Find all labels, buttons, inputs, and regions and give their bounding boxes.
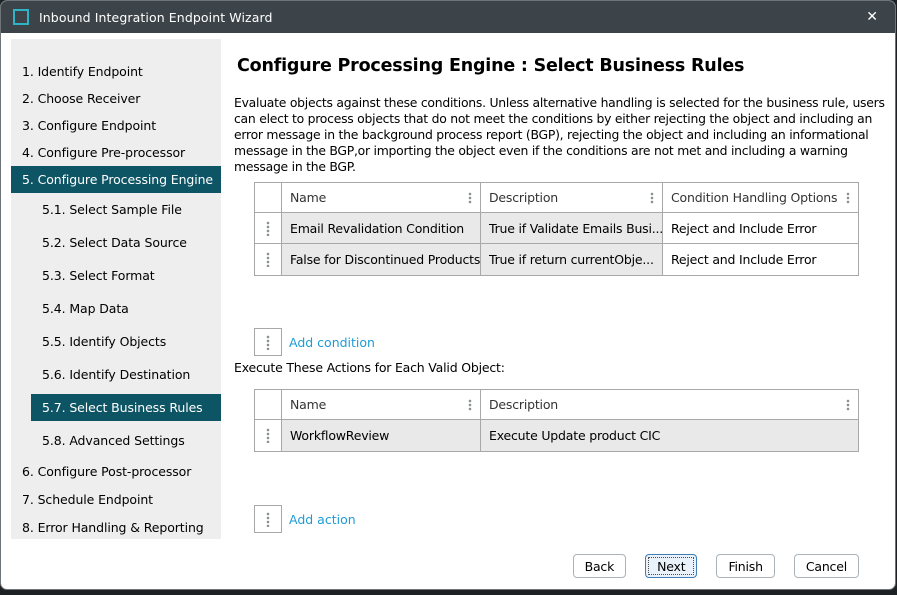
actions-table: Name Description WorkflowReview Execute …	[254, 389, 859, 452]
column-menu-icon[interactable]	[846, 399, 850, 411]
column-header-description-label: Description	[489, 190, 558, 205]
condition-description-cell[interactable]: True if Validate Emails Busi...	[481, 213, 663, 244]
column-header-description[interactable]: Description	[481, 183, 663, 213]
add-action-button[interactable]: Add action	[289, 512, 356, 527]
wizard-window: Inbound Integration Endpoint Wizard ✕ 1.…	[0, 0, 896, 590]
column-header-description-label: Description	[489, 397, 558, 412]
row-drag-handle[interactable]	[255, 420, 282, 451]
conditions-table: Name Description Condition Handling Opti…	[254, 182, 859, 276]
page-title: Configure Processing Engine : Select Bus…	[237, 56, 744, 76]
grip-dots-icon	[266, 512, 270, 527]
back-button[interactable]: Back	[573, 554, 627, 578]
actions-section-label: Execute These Actions for Each Valid Obj…	[234, 360, 505, 375]
sidebar-item-identify-endpoint[interactable]: 1. Identify Endpoint	[11, 58, 221, 85]
sidebar-item-configure-pre-processor[interactable]: 4. Configure Pre-processor	[11, 139, 221, 166]
sidebar-item-choose-receiver[interactable]: 2. Choose Receiver	[11, 85, 221, 112]
sidebar-item-identify-destination[interactable]: 5.6. Identify Destination	[11, 358, 221, 391]
add-condition-button[interactable]: Add condition	[289, 335, 375, 350]
intro-text: Evaluate objects against these condition…	[234, 95, 890, 175]
column-menu-icon[interactable]	[468, 192, 472, 204]
sidebar-item-advanced-settings[interactable]: 5.8. Advanced Settings	[11, 424, 221, 457]
wizard-footer: Back Next Finish Cancel	[573, 554, 859, 578]
column-header-name[interactable]: Name	[282, 183, 481, 213]
sidebar-item-select-business-rules[interactable]: 5.7. Select Business Rules	[31, 394, 221, 421]
add-action-row: Add action	[254, 505, 356, 533]
sidebar-item-configure-endpoint[interactable]: 3. Configure Endpoint	[11, 112, 221, 139]
column-header-name-label: Name	[290, 190, 326, 205]
row-drag-handle[interactable]	[254, 328, 282, 356]
close-icon[interactable]: ✕	[861, 9, 883, 25]
grip-dots-icon	[266, 335, 270, 350]
sidebar-item-select-data-source[interactable]: 5.2. Select Data Source	[11, 226, 221, 259]
column-menu-icon[interactable]	[650, 192, 654, 204]
column-header-description[interactable]: Description	[481, 390, 858, 420]
row-drag-handle[interactable]	[255, 213, 282, 244]
conditions-header-handle-cell	[255, 183, 282, 213]
condition-name-cell[interactable]: False for Discontinued Products	[282, 244, 481, 275]
sidebar-item-identify-objects[interactable]: 5.5. Identify Objects	[11, 325, 221, 358]
wizard-steps-sidebar: 1. Identify Endpoint 2. Choose Receiver …	[11, 39, 221, 539]
sidebar-item-map-data[interactable]: 5.4. Map Data	[11, 292, 221, 325]
grip-dots-icon	[266, 221, 270, 236]
action-description-cell[interactable]: Execute Update product CIC	[481, 420, 858, 451]
add-condition-row: Add condition	[254, 328, 375, 356]
condition-handling-cell[interactable]: Reject and Include Error	[663, 244, 858, 275]
condition-description-cell[interactable]: True if return currentObje...	[481, 244, 663, 275]
row-drag-handle[interactable]	[254, 505, 282, 533]
finish-button[interactable]: Finish	[716, 554, 774, 578]
condition-handling-cell[interactable]: Reject and Include Error	[663, 213, 858, 244]
action-name-cell[interactable]: WorkflowReview	[282, 420, 481, 451]
sidebar-item-error-handling-reporting[interactable]: 8. Error Handling & Reporting	[11, 513, 221, 541]
window-titlebar[interactable]: Inbound Integration Endpoint Wizard ✕	[1, 1, 895, 33]
actions-header-handle-cell	[255, 390, 282, 420]
column-header-name[interactable]: Name	[282, 390, 481, 420]
column-header-condition-handling-label: Condition Handling Options	[671, 190, 837, 205]
sidebar-item-select-format[interactable]: 5.3. Select Format	[11, 259, 221, 292]
next-button[interactable]: Next	[645, 554, 697, 578]
window-title: Inbound Integration Endpoint Wizard	[39, 10, 861, 25]
grip-dots-icon	[266, 428, 270, 443]
sidebar-item-configure-processing-engine[interactable]: 5. Configure Processing Engine	[11, 166, 221, 193]
column-menu-icon[interactable]	[846, 192, 850, 204]
grip-dots-icon	[266, 252, 270, 267]
app-icon	[13, 9, 29, 25]
column-header-name-label: Name	[290, 397, 326, 412]
column-header-condition-handling[interactable]: Condition Handling Options	[663, 183, 858, 213]
row-drag-handle[interactable]	[255, 244, 282, 275]
column-menu-icon[interactable]	[468, 399, 472, 411]
sidebar-item-select-sample-file[interactable]: 5.1. Select Sample File	[11, 193, 221, 226]
condition-name-cell[interactable]: Email Revalidation Condition	[282, 213, 481, 244]
cancel-button[interactable]: Cancel	[794, 554, 859, 578]
sidebar-item-schedule-endpoint[interactable]: 7. Schedule Endpoint	[11, 485, 221, 513]
sidebar-item-configure-post-processor[interactable]: 6. Configure Post-processor	[11, 457, 221, 485]
